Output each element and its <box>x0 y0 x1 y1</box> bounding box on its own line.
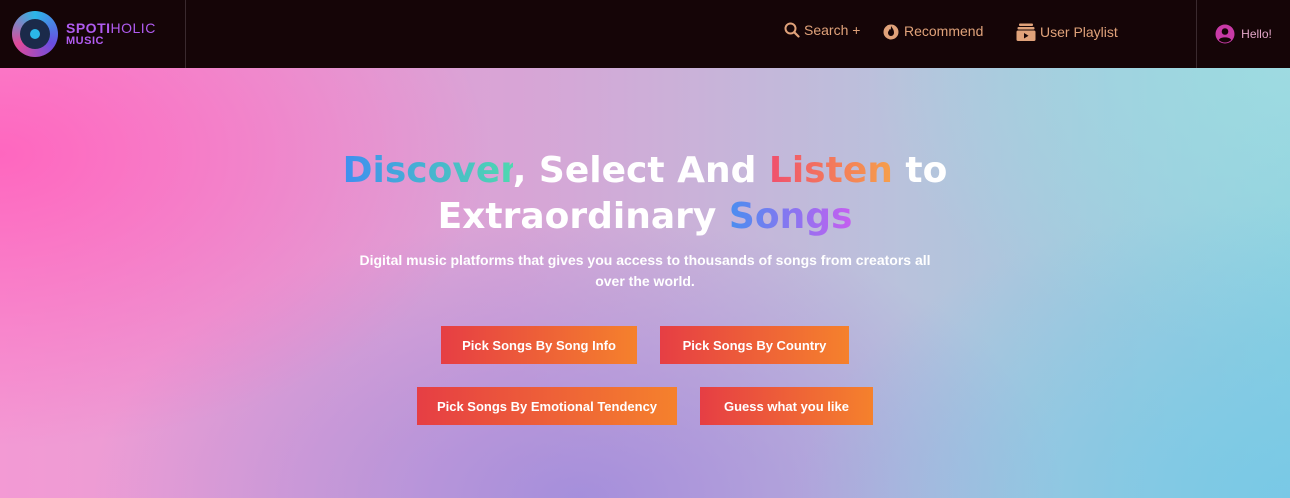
nav-playlist-link[interactable]: User Playlist <box>1016 22 1118 42</box>
brand-name-part2: HOLIC <box>110 19 156 36</box>
brand-wordmark: SPOTIHOLIC MUSIC <box>66 21 156 47</box>
hero-title-to: to <box>892 150 948 191</box>
guess-what-you-like-button[interactable]: Guess what you like <box>700 387 873 425</box>
hero-subtitle: Digital music platforms that gives you a… <box>359 252 931 289</box>
brand-logo[interactable]: SPOTIHOLIC MUSIC <box>0 0 186 68</box>
pick-by-emotional-tendency-button[interactable]: Pick Songs By Emotional Tendency <box>417 387 677 425</box>
hero-title-listen: Listen <box>768 150 893 191</box>
hero-title-extraordinary: Extraordinary <box>437 196 729 237</box>
hero-title-songs: Songs <box>728 196 853 237</box>
nav-recommend-label: Recommend <box>904 23 984 39</box>
brand-name-part1: SPOTI <box>66 19 111 36</box>
pick-by-song-info-button[interactable]: Pick Songs By Song Info <box>441 326 637 364</box>
vinyl-headphones-logo-icon <box>12 11 58 57</box>
nav-search-label: Search + <box>804 22 861 38</box>
hero-title-discover: Discover <box>342 150 513 191</box>
nav-playlist-label: User Playlist <box>1040 24 1118 40</box>
fire-icon <box>883 24 899 40</box>
nav-recommend-link[interactable]: Recommend <box>882 22 983 40</box>
hero-title-line1: Discover, Select And Listen to <box>0 148 1290 194</box>
user-menu[interactable]: Hello! <box>1196 0 1290 68</box>
hero-section: Discover, Select And Listen to Extraordi… <box>0 68 1290 498</box>
pick-by-country-button[interactable]: Pick Songs By Country <box>660 326 849 364</box>
nav-search-link[interactable]: Search + <box>784 22 860 38</box>
top-navbar: SPOTIHOLIC MUSIC Search + Recommend User… <box>0 0 1290 68</box>
hero-title-mid: , Select And <box>512 150 769 191</box>
hero-title-line2: Extraordinary Songs <box>0 194 1290 240</box>
user-greeting: Hello! <box>1241 27 1272 41</box>
playlist-icon <box>1016 23 1036 41</box>
brand-name-line2: MUSIC <box>66 34 104 47</box>
search-icon <box>784 22 800 38</box>
user-circle-icon <box>1215 24 1235 44</box>
